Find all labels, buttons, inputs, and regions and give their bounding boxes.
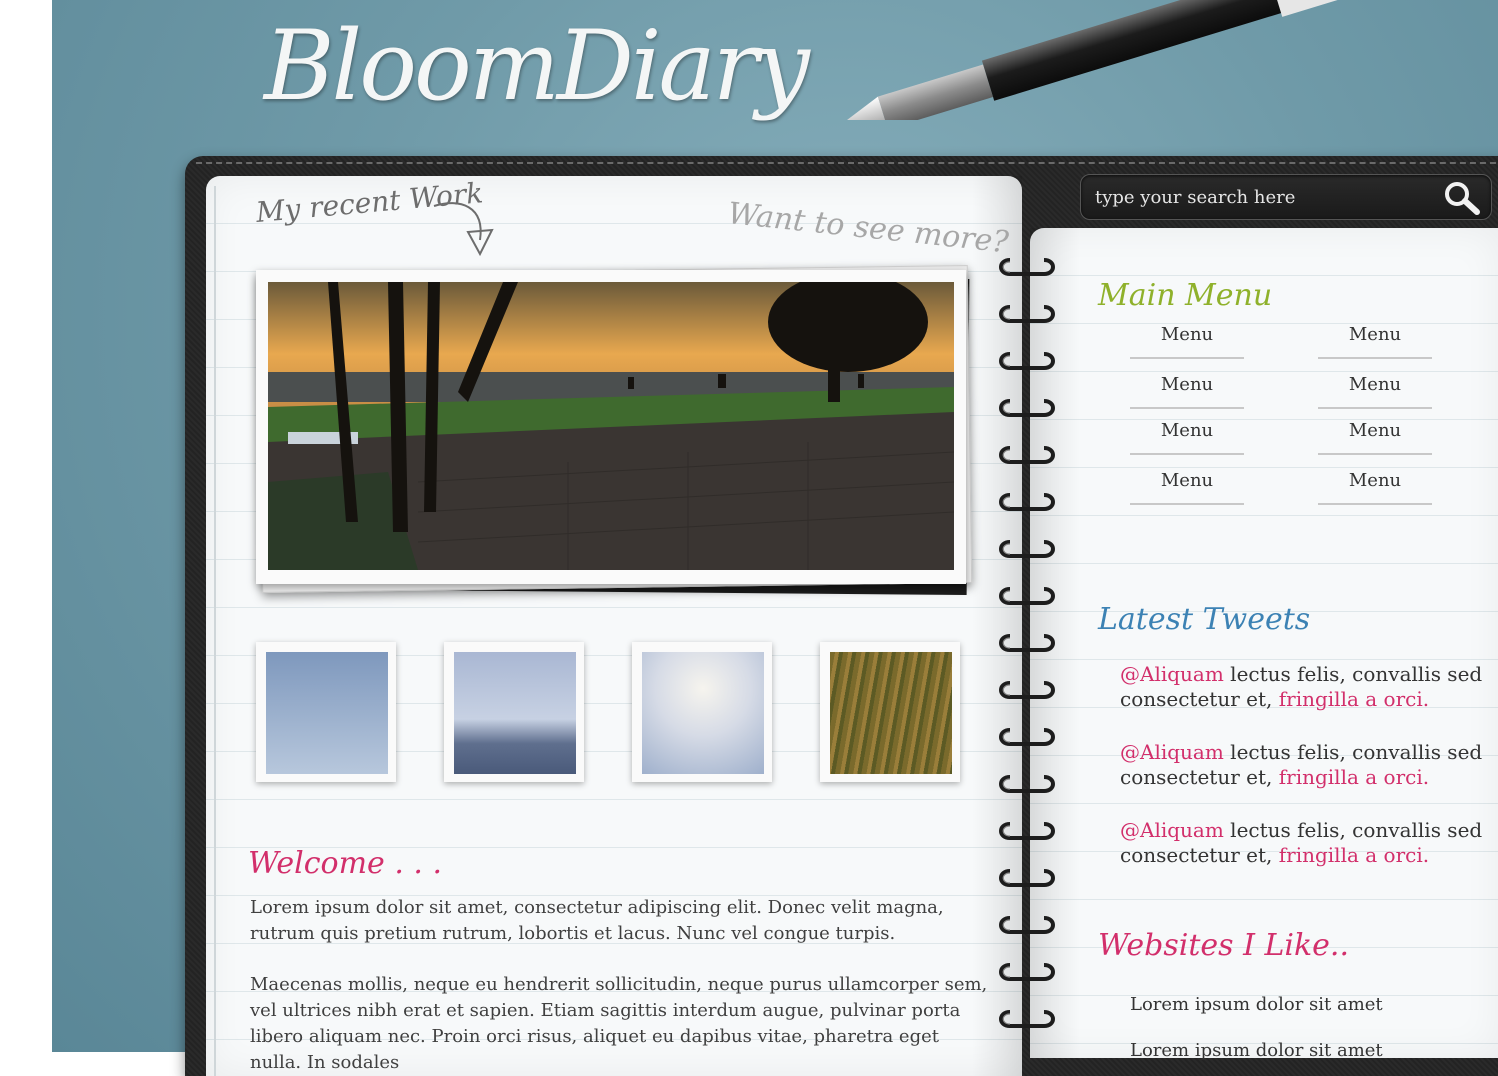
spiral-ring [999,869,1055,887]
spiral-ring [999,1010,1055,1028]
spiral-ring [999,446,1055,464]
tweet-item: @Aliquam lectus felis, convallis sed con… [1120,740,1490,790]
spiral-ring [999,305,1055,323]
site-logo[interactable]: BloomDiary [264,18,810,114]
spiral-ring [999,540,1055,558]
latest-tweets-heading: Latest Tweets [1098,602,1311,637]
spiral-ring [999,399,1055,417]
thumbnail-image [642,652,764,774]
curved-arrow-icon [433,202,494,257]
menu-item[interactable]: Menu [1130,324,1244,359]
menu-item[interactable]: Menu [1318,420,1432,455]
search-bar [1080,174,1492,220]
website-link[interactable]: Lorem ipsum dolor sit amet [1130,994,1383,1015]
spiral-ring [999,963,1055,981]
pen-illustration [826,0,1498,120]
tweet-tag-link[interactable]: fringilla a orci. [1279,687,1429,711]
welcome-paragraph-2: Maecenas mollis, neque eu hendrerit soll… [250,974,988,1073]
spiral-ring [999,493,1055,511]
thumbnail-3[interactable] [632,642,772,782]
stitching [196,162,1498,164]
thumbnail-image [454,652,576,774]
tweet-handle-link[interactable]: @Aliquam [1120,740,1224,764]
welcome-paragraph-1: Lorem ipsum dolor sit amet, consectetur … [250,897,944,944]
welcome-heading: Welcome . . . [248,846,443,881]
featured-photo-frame [256,270,966,584]
menu-item[interactable]: Menu [1318,324,1432,359]
menu-item[interactable]: Menu [1130,420,1244,455]
thumbnail-image [830,652,952,774]
tweet-tag-link[interactable]: fringilla a orci. [1279,843,1429,867]
featured-photo-stack[interactable] [254,265,973,596]
thumbnail-1[interactable] [256,642,396,782]
search-input[interactable] [1093,183,1427,211]
thumbnail-4[interactable] [820,642,960,782]
search-icon[interactable] [1441,179,1481,215]
spiral-ring [999,728,1055,746]
websites-heading: Websites I Like.. [1098,928,1349,963]
menu-item[interactable]: Menu [1130,374,1244,409]
spiral-ring [999,822,1055,840]
spiral-ring [999,634,1055,652]
tweet-item: @Aliquam lectus felis, convallis sed con… [1120,818,1490,868]
menu-item[interactable]: Menu [1318,470,1432,505]
menu-item[interactable]: Menu [1318,374,1432,409]
tweet-tag-link[interactable]: fringilla a orci. [1279,765,1429,789]
spiral-ring [999,681,1055,699]
spiral-ring [999,587,1055,605]
tweet-handle-link[interactable]: @Aliquam [1120,818,1224,842]
thumbnail-image [266,652,388,774]
spiral-ring [999,916,1055,934]
website-link[interactable]: Lorem ipsum dolor sit amet [1130,1040,1383,1061]
main-menu-heading: Main Menu [1098,278,1273,313]
spiral-ring [999,258,1055,276]
spiral-ring [999,775,1055,793]
menu-item[interactable]: Menu [1130,470,1244,505]
thumbnail-2[interactable] [444,642,584,782]
featured-photo [268,282,954,570]
spiral-ring [999,352,1055,370]
tweet-handle-link[interactable]: @Aliquam [1120,662,1224,686]
tweet-item: @Aliquam lectus felis, convallis sed con… [1120,662,1490,712]
